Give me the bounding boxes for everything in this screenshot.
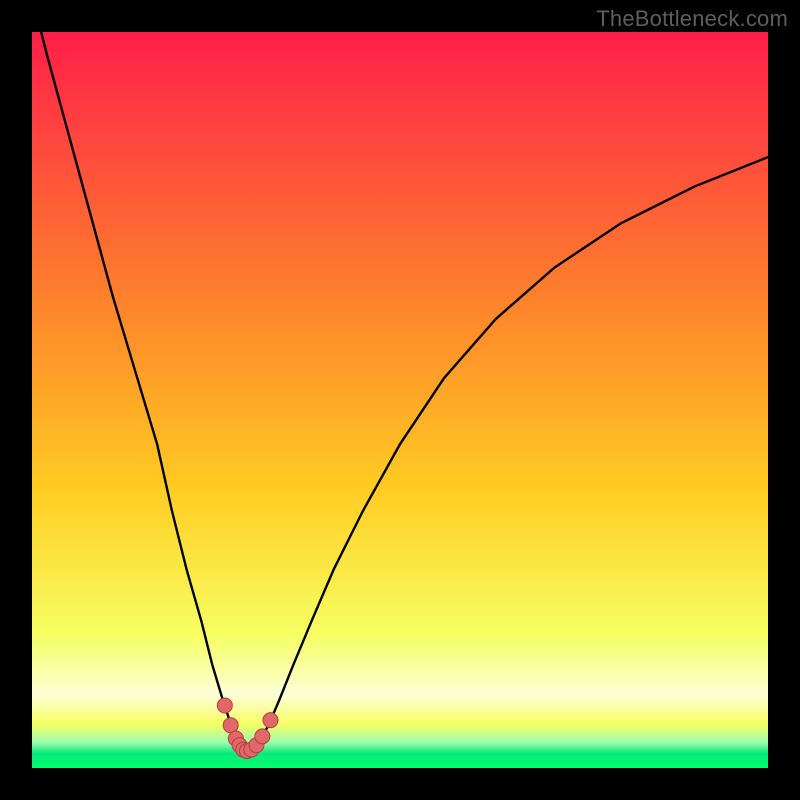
- data-point: [217, 698, 232, 713]
- data-point: [255, 729, 270, 744]
- data-point: [263, 713, 278, 728]
- chart-frame: TheBottleneck.com: [0, 0, 800, 800]
- watermark-label: TheBottleneck.com: [596, 6, 788, 32]
- plot-area: [32, 32, 768, 768]
- gradient-background: [32, 32, 768, 768]
- plot-svg: [32, 32, 768, 768]
- data-point: [223, 718, 238, 733]
